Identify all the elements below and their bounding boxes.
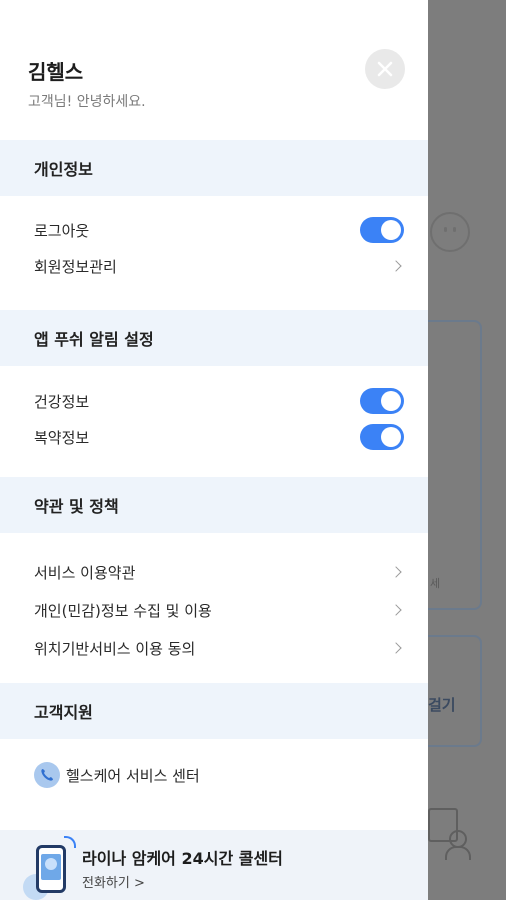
background-call-label: 걸기 [428,696,456,714]
user-name: 김헬스 [28,60,84,84]
logout-toggle[interactable] [360,217,404,243]
background-card-call [420,635,482,747]
face-icon [430,212,470,252]
toggle-knob [381,220,401,240]
terms-item-label: 위치기반서비스 이용 동의 [34,639,196,658]
signal-wave-icon [64,836,76,848]
close-icon [377,61,393,77]
terms-item-label: 개인(민감)정보 수집 및 이용 [34,601,212,620]
logout-label: 로그아웃 [34,221,90,240]
section-terms-header: 약관 및 정책 [0,477,428,533]
section-push-header: 앱 푸쉬 알림 설정 [0,310,428,366]
member-manage-row[interactable]: 회원정보관리 [0,248,428,284]
terms-item-location[interactable]: 위치기반서비스 이용 동의 [0,629,428,667]
section-push: 건강정보 복약정보 [0,366,428,477]
health-info-label: 건강정보 [34,392,90,411]
healthcare-center-label: 헬스케어 서비스 센터 [66,766,200,785]
section-support: 헬스케어 서비스 센터 [0,739,428,793]
toggle-knob [381,427,401,447]
call-link[interactable]: 전화하기 > [82,872,145,891]
phone-screen-dot [45,858,57,870]
logout-row[interactable]: 로그아웃 [0,212,428,248]
toggle-knob [381,391,401,411]
callcenter-title: 라이나 암케어 24시간 콜센터 [82,849,283,868]
mobile-phone-icon [36,845,66,893]
terms-item-label: 서비스 이용약관 [34,563,136,582]
health-info-toggle[interactable] [360,388,404,414]
healthcare-center-row[interactable]: 헬스케어 서비스 센터 [0,757,428,793]
member-manage-label: 회원정보관리 [34,257,117,276]
section-personal: 로그아웃 회원정보관리 [0,196,428,310]
medication-info-label: 복약정보 [34,428,90,447]
drawer-header: 김헬스 고객님! 안녕하세요. [0,0,428,140]
greeting-text: 고객님! 안녕하세요. [28,94,146,110]
phone-icon [34,762,60,788]
close-button[interactable] [365,49,405,89]
chevron-right-icon [390,604,402,616]
section-support-header: 고객지원 [0,683,428,739]
section-terms: 서비스 이용약관 개인(민감)정보 수집 및 이용 위치기반서비스 이용 동의 [0,533,428,683]
chevron-right-icon [390,642,402,654]
terms-item-privacy[interactable]: 개인(민감)정보 수집 및 이용 [0,591,428,629]
background-card-text: 세 [430,577,441,590]
callcenter-banner[interactable]: 라이나 암케어 24시간 콜센터 전화하기 > [0,830,428,900]
medication-info-row: 복약정보 [0,419,428,455]
section-personal-header: 개인정보 [0,140,428,196]
chevron-right-icon [390,260,402,272]
health-info-row: 건강정보 [0,383,428,419]
background-card [420,320,482,610]
terms-item-service[interactable]: 서비스 이용약관 [0,553,428,591]
person-icon [445,830,471,860]
chevron-right-icon [390,566,402,578]
medication-info-toggle[interactable] [360,424,404,450]
side-drawer: 김헬스 고객님! 안녕하세요. 개인정보 로그아웃 회원정보관리 앱 푸쉬 알림… [0,0,428,900]
